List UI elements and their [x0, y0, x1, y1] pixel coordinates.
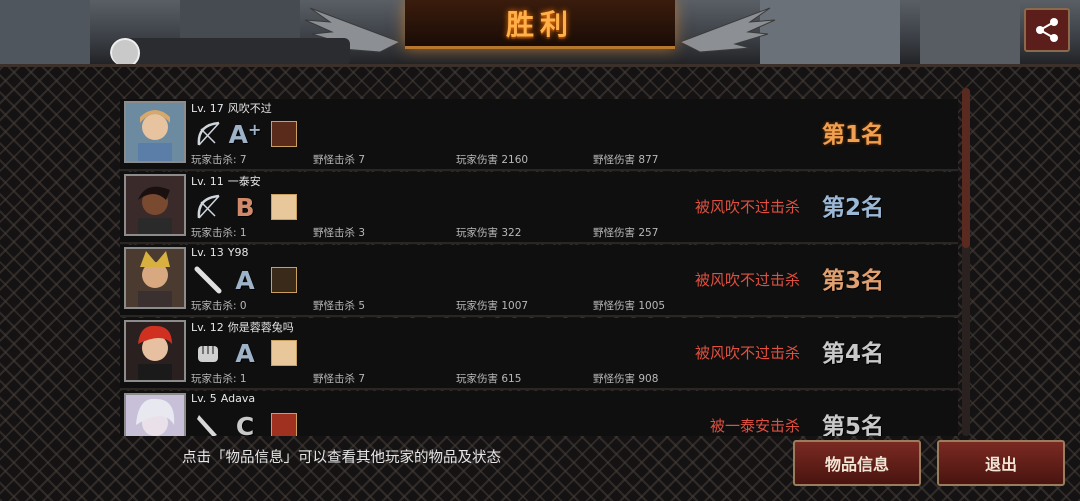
player-name: Adava — [220, 392, 256, 405]
ranking-list: Lv. 17 风吹不过 A+ 玩家击杀: 7 野怪击杀 7 玩家伤害 2160 野… — [120, 99, 958, 436]
victory-title: 胜利 — [505, 8, 574, 41]
player-level-name: Lv. 11 一泰安 — [191, 175, 261, 188]
player-name: 风吹不过 — [227, 102, 272, 115]
item-icon[interactable] — [271, 121, 297, 147]
kill-note: 被风吹不过击杀 — [694, 344, 800, 362]
grade-badge: C — [235, 411, 255, 437]
item-icon[interactable] — [271, 267, 297, 293]
exit-button[interactable]: 退出 — [937, 440, 1065, 486]
item-icon[interactable] — [271, 413, 297, 436]
kill-note: 被一泰安击杀 — [709, 417, 800, 435]
grade-badge: B — [235, 192, 255, 222]
ranking-row[interactable]: Lv. 17 风吹不过 A+ 玩家击杀: 7 野怪击杀 7 玩家伤害 2160 野… — [120, 99, 958, 171]
item-info-button[interactable]: 物品信息 — [793, 440, 921, 486]
player-portrait — [124, 247, 186, 309]
ranking-row[interactable]: Lv. 13 Y98 A 玩家击杀: 0 野怪击杀 5 玩家伤害 1007 野怪伤… — [120, 245, 958, 317]
kill-note: 被风吹不过击杀 — [694, 271, 800, 289]
player-name: Y98 — [227, 246, 249, 259]
player-name: 你是蓉蓉兔吗 — [227, 321, 294, 334]
rank-label: 第3名 — [821, 268, 884, 294]
player-level-name: Lv. 13 Y98 — [191, 246, 249, 259]
ranking-row[interactable]: Lv. 12 你是蓉蓉兔吗 A 玩家击杀: 1 野怪击杀 7 玩家伤害 615 野… — [120, 318, 958, 390]
share-button[interactable] — [1024, 8, 1070, 52]
player-portrait — [124, 320, 186, 382]
player-level-name: Lv. 17 风吹不过 — [191, 102, 272, 115]
rank-label: 第2名 — [821, 195, 884, 221]
right-wing-emblem — [680, 7, 776, 53]
ranking-row[interactable]: Lv. 11 一泰安 B 玩家击杀: 1 野怪击杀 3 玩家伤害 322 野怪伤害… — [120, 172, 958, 244]
player-portrait — [124, 393, 186, 436]
kill-note: 被风吹不过击杀 — [694, 198, 800, 216]
player-name: 一泰安 — [227, 175, 261, 188]
victory-banner: 胜利 — [405, 0, 675, 49]
share-icon — [1036, 18, 1058, 42]
rank-label: 第5名 — [821, 414, 884, 436]
grade-badge: A — [235, 265, 255, 295]
item-icon[interactable] — [271, 194, 297, 220]
fist-icon — [191, 337, 225, 369]
ranking-row[interactable]: Lv. 5 Adava C 被一泰安击杀 第5名 — [120, 391, 958, 436]
player-avatar — [110, 38, 140, 66]
player-level-name: Lv. 5 Adava — [191, 392, 256, 405]
knife-icon — [191, 410, 225, 436]
grade-badge: A — [235, 338, 255, 368]
footer-hint: 点击「物品信息」可以查看其他玩家的物品及状态 — [182, 450, 501, 466]
player-portrait — [124, 174, 186, 236]
rank-label: 第4名 — [821, 341, 884, 367]
grade-badge: A+ — [228, 119, 262, 149]
bat-icon — [191, 264, 225, 296]
player-portrait — [124, 101, 186, 163]
item-icon[interactable] — [271, 340, 297, 366]
bow-icon — [191, 191, 225, 223]
player-level-name: Lv. 12 你是蓉蓉兔吗 — [191, 321, 294, 334]
scrollbar-thumb[interactable] — [962, 88, 970, 248]
bow-icon — [191, 118, 225, 150]
rank-label: 第1名 — [821, 122, 884, 148]
player-pill — [110, 38, 350, 66]
